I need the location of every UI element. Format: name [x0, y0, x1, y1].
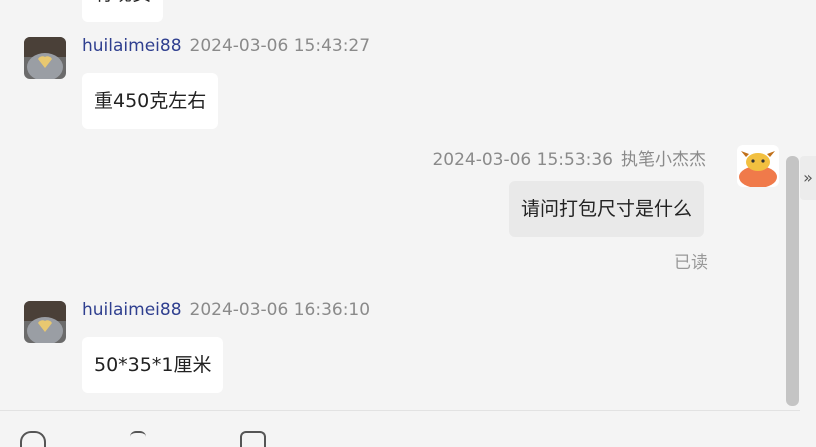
chat-message-list[interactable]: 有现货 huilaimei88 2024-03-06 15:43:27 重450克…	[0, 0, 800, 410]
folder-icon[interactable]	[240, 431, 266, 447]
message-meta: 2024-03-06 15:53:36 执笔小杰杰	[432, 145, 706, 170]
avatar[interactable]	[737, 145, 779, 187]
avatar[interactable]	[24, 301, 66, 343]
message-bubble: 有现货	[82, 0, 164, 22]
user-avatar-icon	[24, 301, 66, 343]
user-avatar-icon	[24, 37, 66, 79]
double-chevron-right-icon: »	[803, 168, 813, 187]
sender-username[interactable]: 执笔小杰杰	[621, 150, 706, 170]
message-timestamp: 2024-03-06 15:43:27	[189, 36, 371, 56]
avatar[interactable]	[24, 37, 66, 79]
message-bubble: 50*35*1厘米	[82, 337, 224, 393]
message-meta: huilaimei88 2024-03-06 16:36:10	[82, 300, 370, 320]
sender-username[interactable]: huilaimei88	[82, 36, 182, 56]
user-avatar-icon	[737, 145, 779, 187]
message-bubble: 请问打包尺寸是什么	[509, 181, 705, 237]
message-timestamp: 2024-03-06 15:53:36	[432, 150, 613, 170]
emoji-icon[interactable]	[20, 431, 46, 447]
expand-panel-button[interactable]: »	[800, 156, 816, 200]
read-status: 已读	[674, 253, 708, 273]
message-meta: huilaimei88 2024-03-06 15:43:27	[82, 36, 370, 56]
scrollbar-thumb[interactable]	[786, 156, 799, 406]
message-timestamp: 2024-03-06 16:36:10	[189, 300, 371, 320]
image-icon[interactable]	[130, 431, 146, 447]
input-toolbar	[0, 411, 816, 447]
sender-username[interactable]: huilaimei88	[82, 300, 182, 320]
message-bubble: 重450克左右	[82, 73, 219, 129]
